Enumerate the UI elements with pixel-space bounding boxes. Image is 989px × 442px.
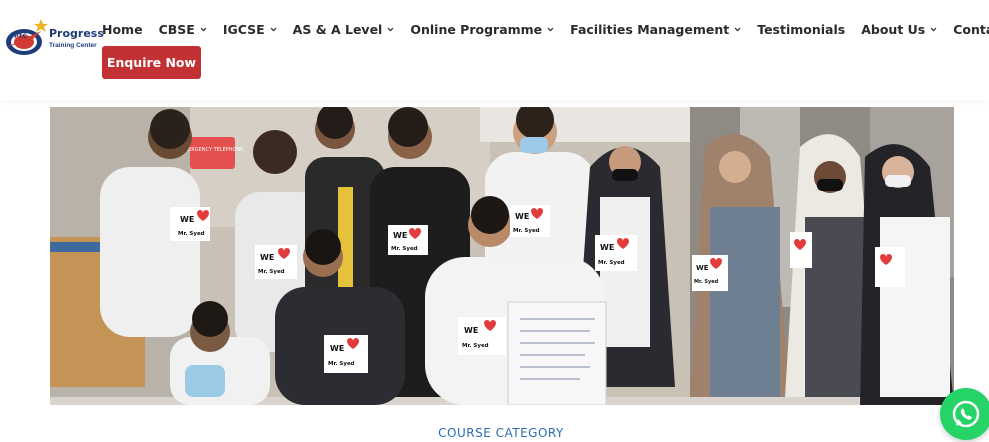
shirt-text-bottom: Mr. Syed bbox=[391, 246, 418, 252]
student-figure bbox=[185, 365, 225, 397]
shirt-text-bottom: Mr. Syed bbox=[258, 269, 285, 275]
nav-item-facilities-management[interactable]: Facilities Management bbox=[570, 22, 741, 37]
we-love-mr-syed-sign: WE Mr. Syed bbox=[692, 255, 728, 291]
nav-item-as-a-level[interactable]: AS & A Level bbox=[293, 22, 395, 37]
shirt-text-bottom: Mr. Syed bbox=[462, 343, 489, 349]
shirt-text-top: WE bbox=[330, 344, 344, 353]
nav-item-label: Home bbox=[102, 22, 143, 37]
nav-item-online-programme[interactable]: Online Programme bbox=[410, 22, 554, 37]
shirt-text-bottom: Mr. Syed bbox=[694, 279, 719, 285]
nav-item-igcse[interactable]: IGCSE bbox=[223, 22, 277, 37]
nav-item-about-us[interactable]: About Us bbox=[861, 22, 937, 37]
whatsapp-icon bbox=[952, 400, 980, 428]
brand-name: Progress bbox=[49, 27, 104, 40]
shirt-text-bottom: Mr. Syed bbox=[513, 228, 540, 234]
chevron-down-icon bbox=[270, 27, 277, 32]
course-category-heading: COURSE CATEGORY bbox=[438, 426, 564, 440]
we-love-mr-syed-sign: WE Mr. Syed bbox=[388, 225, 428, 255]
we-love-mr-syed-sign: WE Mr. Syed bbox=[510, 205, 550, 237]
handwritten-poster bbox=[507, 301, 607, 405]
enquire-now-button[interactable]: Enquire Now bbox=[102, 46, 201, 79]
shirt-text-top: WE bbox=[180, 215, 194, 224]
we-love-mr-syed-sign bbox=[875, 247, 905, 287]
nav-item-label: CBSE bbox=[158, 22, 195, 37]
whatsapp-chat-button[interactable] bbox=[940, 388, 989, 440]
nav-item-label: IGCSE bbox=[222, 22, 265, 37]
brand-logo[interactable]: PTC Progress Training Center bbox=[3, 17, 104, 61]
nav-item-cbse[interactable]: CBSE bbox=[159, 22, 207, 37]
chevron-down-icon bbox=[547, 27, 554, 32]
nav-item-label: Contact Us bbox=[953, 22, 989, 37]
logo-badge-text: PTC bbox=[14, 33, 27, 40]
main-nav: Home CBSE IGCSE AS & A Level Online Programm… bbox=[102, 22, 989, 37]
shirt-text-bottom: Mr. Syed bbox=[598, 260, 625, 266]
shirt-text-top: WE bbox=[600, 243, 614, 252]
shirt-text-top: WE bbox=[696, 264, 709, 272]
shirt-text-top: WE bbox=[260, 253, 274, 262]
shirt-text-top: WE bbox=[515, 212, 529, 221]
nav-item-label: AS & A Level bbox=[292, 22, 383, 37]
emergency-sign-text: EMERGENCY TELEPHONE bbox=[181, 147, 244, 153]
logo-emblem-icon: PTC bbox=[6, 19, 48, 55]
we-love-mr-syed-sign: WE Mr. Syed bbox=[170, 207, 210, 241]
chevron-down-icon bbox=[734, 27, 741, 32]
site-header: PTC Progress Training Center Home CBSE IGC… bbox=[0, 0, 989, 100]
we-love-mr-syed-sign: WE Mr. Syed bbox=[595, 235, 637, 271]
nav-item-label: Online Programme bbox=[410, 22, 543, 37]
shirt-text-bottom: Mr. Syed bbox=[178, 231, 205, 237]
shirt-text-top: WE bbox=[464, 326, 478, 335]
we-love-mr-syed-sign: WE Mr. Syed bbox=[324, 335, 368, 373]
nav-item-label: Facilities Management bbox=[570, 22, 730, 37]
chevron-down-icon bbox=[200, 27, 207, 32]
hero-group-photo: EMERGENCY TELEPHONE WE Mr. Syed WE Mr. S… bbox=[50, 107, 954, 405]
we-love-mr-syed-sign: WE Mr. Syed bbox=[255, 245, 297, 279]
nav-item-home[interactable]: Home bbox=[102, 22, 143, 37]
shirt-text-top: WE bbox=[393, 231, 407, 240]
nav-item-testimonials[interactable]: Testimonials bbox=[757, 22, 845, 37]
nav-item-contact-us[interactable]: Contact Us bbox=[953, 22, 989, 37]
nav-item-label: Testimonials bbox=[757, 22, 846, 37]
nav-item-label: About Us bbox=[861, 22, 926, 37]
chevron-down-icon bbox=[387, 27, 394, 32]
chevron-down-icon bbox=[930, 27, 937, 32]
we-love-mr-syed-sign: WE Mr. Syed bbox=[458, 317, 506, 355]
shirt-text-bottom: Mr. Syed bbox=[328, 361, 355, 367]
we-love-mr-syed-sign bbox=[790, 232, 812, 268]
brand-subtitle: Training Center bbox=[49, 42, 97, 49]
